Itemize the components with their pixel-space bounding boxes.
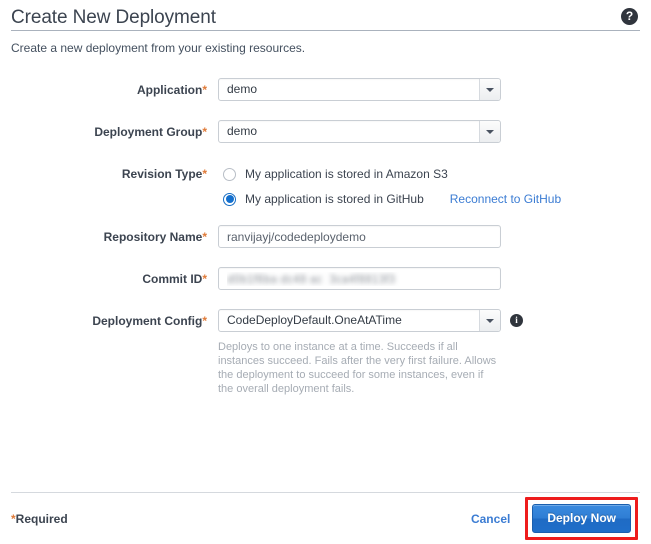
footer-bar: *Required Cancel Deploy Now — [0, 493, 651, 544]
label-deployment-group: Deployment Group* — [0, 120, 218, 144]
help-question-icon[interactable]: ? — [621, 8, 638, 25]
form-row-deployment-config: Deployment Config* CodeDeployDefault.One… — [0, 309, 651, 396]
label-deployment-config-text: Deployment Config — [92, 314, 203, 328]
form-row-deployment-group: Deployment Group* demo — [0, 120, 651, 144]
form-row-repository-name: Repository Name* — [0, 225, 651, 249]
required-note: *Required — [11, 512, 68, 526]
radio-github-icon[interactable] — [223, 192, 236, 206]
deployment-group-select-value: demo — [227, 124, 258, 138]
reconnect-to-github-link[interactable]: Reconnect to GitHub — [450, 192, 561, 206]
deploy-now-button[interactable]: Deploy Now — [532, 504, 631, 533]
deployment-config-help-text: Deploys to one instance at a time. Succe… — [218, 341, 497, 395]
label-deployment-group-text: Deployment Group — [94, 125, 203, 139]
required-asterisk: * — [202, 314, 207, 328]
radio-s3-label[interactable]: My application is stored in Amazon S3 — [245, 167, 448, 181]
deployment-config-row: CodeDeployDefault.OneAtATime i — [218, 309, 651, 332]
label-commit-id: Commit ID* — [0, 267, 218, 291]
commit-id-input[interactable] — [218, 267, 501, 290]
label-commit-id-text: Commit ID — [142, 272, 203, 286]
deployment-config-select[interactable]: CodeDeployDefault.OneAtATime — [218, 309, 501, 332]
required-asterisk: * — [202, 272, 207, 286]
application-select[interactable]: demo — [218, 78, 501, 101]
info-icon[interactable]: i — [510, 314, 523, 327]
form-row-application: Application* demo — [0, 78, 651, 102]
deployment-group-select[interactable]: demo — [218, 120, 501, 143]
chevron-down-icon[interactable] — [479, 79, 500, 100]
field-deployment-group: demo — [218, 120, 651, 143]
deployment-config-select-value: CodeDeployDefault.OneAtATime — [227, 313, 402, 327]
required-asterisk: * — [202, 230, 207, 244]
repository-name-input[interactable] — [218, 225, 501, 248]
required-asterisk: * — [202, 83, 207, 97]
page-title: Create New Deployment — [11, 7, 216, 28]
radio-option-github[interactable]: My application is stored in GitHub Recon… — [218, 187, 651, 211]
application-select-value: demo — [227, 82, 258, 96]
footer-actions: Cancel Deploy Now — [471, 497, 638, 540]
label-application: Application* — [0, 78, 218, 102]
label-revision-type: Revision Type* — [0, 162, 218, 186]
form-row-commit-id: Commit ID* — [0, 267, 651, 291]
field-repository-name — [218, 225, 651, 248]
required-note-text: Required — [15, 511, 68, 526]
radio-s3-icon[interactable] — [223, 167, 236, 181]
field-application: demo — [218, 78, 651, 101]
page-subtitle: Create a new deployment from your existi… — [11, 41, 306, 55]
chevron-down-icon[interactable] — [479, 310, 500, 331]
label-deployment-config: Deployment Config* — [0, 309, 218, 333]
cancel-button[interactable]: Cancel — [471, 512, 510, 526]
field-deployment-config: CodeDeployDefault.OneAtATime i Deploys t… — [218, 309, 651, 396]
radio-option-s3[interactable]: My application is stored in Amazon S3 — [218, 162, 651, 186]
required-asterisk: * — [202, 167, 207, 181]
chevron-down-icon[interactable] — [479, 121, 500, 142]
deployment-form: Application* demo Deployment Group* demo… — [0, 56, 651, 396]
label-revision-type-text: Revision Type — [121, 167, 203, 181]
label-repository-name-text: Repository Name — [103, 230, 203, 244]
form-row-revision-type: Revision Type* My application is stored … — [0, 162, 651, 211]
field-revision-type: My application is stored in Amazon S3 My… — [218, 162, 651, 211]
deploy-now-highlight: Deploy Now — [525, 497, 638, 540]
page-header: Create New Deployment ? — [0, 0, 651, 30]
label-application-text: Application — [136, 83, 203, 97]
required-asterisk: * — [202, 125, 207, 139]
radio-github-label[interactable]: My application is stored in GitHub — [245, 192, 424, 206]
label-repository-name: Repository Name* — [0, 225, 218, 249]
field-commit-id — [218, 267, 651, 290]
